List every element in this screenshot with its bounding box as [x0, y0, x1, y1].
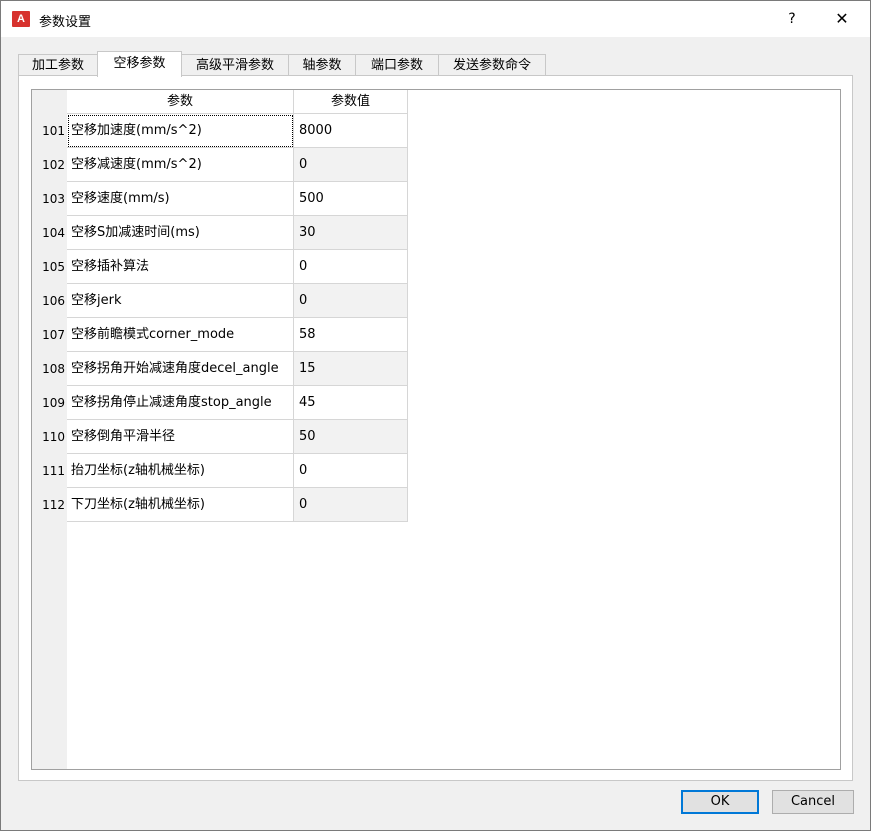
help-button[interactable]: ?	[780, 8, 804, 30]
app-icon: A	[12, 11, 30, 27]
param-value-cell[interactable]: 50	[294, 420, 408, 454]
param-name-cell[interactable]: 下刀坐标(z轴机械坐标)	[67, 488, 294, 522]
param-value-cell[interactable]: 45	[294, 386, 408, 420]
column-header-value[interactable]: 参数值	[294, 90, 408, 114]
ok-button[interactable]: OK	[681, 790, 759, 814]
param-value-cell[interactable]: 0	[294, 284, 408, 318]
param-value-cell[interactable]: 8000	[294, 114, 408, 148]
row-number[interactable]: 112	[32, 488, 67, 522]
param-name-cell[interactable]: 抬刀坐标(z轴机械坐标)	[67, 454, 294, 488]
title-bar: A 参数设置 ? ✕	[1, 1, 870, 37]
table-corner	[32, 90, 67, 114]
row-number[interactable]: 109	[32, 386, 67, 420]
parameter-table[interactable]: 参数 参数值 101 空移加速度(mm/s^2) 8000 102 空移减速度(mm/s…	[31, 89, 841, 770]
param-value-cell[interactable]: 0	[294, 148, 408, 182]
tab-machining-params[interactable]: 加工参数	[18, 54, 98, 75]
param-value-cell[interactable]: 500	[294, 182, 408, 216]
tab-rapid-move-params[interactable]: 空移参数	[97, 51, 182, 77]
param-name-cell[interactable]: 空移减速度(mm/s^2)	[67, 148, 294, 182]
tab-axis-params[interactable]: 轴参数	[288, 54, 356, 75]
tab-panel: 参数 参数值 101 空移加速度(mm/s^2) 8000 102 空移减速度(mm/s…	[18, 75, 853, 781]
tab-send-param-command[interactable]: 发送参数命令	[438, 54, 546, 75]
tab-advanced-smoothing-params[interactable]: 高级平滑参数	[181, 54, 289, 75]
param-value-cell[interactable]: 0	[294, 250, 408, 284]
param-value-cell[interactable]: 0	[294, 488, 408, 522]
row-number[interactable]: 104	[32, 216, 67, 250]
param-value-cell[interactable]: 15	[294, 352, 408, 386]
row-number[interactable]: 111	[32, 454, 67, 488]
param-name-cell[interactable]: 空移jerk	[67, 284, 294, 318]
row-number[interactable]: 108	[32, 352, 67, 386]
param-name-cell[interactable]: 空移S加减速时间(ms)	[67, 216, 294, 250]
param-name-cell[interactable]: 空移加速度(mm/s^2)	[67, 114, 294, 148]
param-name-cell[interactable]: 空移速度(mm/s)	[67, 182, 294, 216]
window-title: 参数设置	[39, 15, 92, 30]
param-name-cell[interactable]: 空移倒角平滑半径	[67, 420, 294, 454]
close-icon[interactable]: ✕	[829, 7, 855, 31]
param-value-cell[interactable]: 0	[294, 454, 408, 488]
row-number[interactable]: 105	[32, 250, 67, 284]
param-value-cell[interactable]: 58	[294, 318, 408, 352]
tab-port-params[interactable]: 端口参数	[355, 54, 439, 75]
row-number[interactable]: 102	[32, 148, 67, 182]
cancel-button[interactable]: Cancel	[772, 790, 854, 814]
row-number[interactable]: 107	[32, 318, 67, 352]
param-name-cell[interactable]: 空移前瞻模式corner_mode	[67, 318, 294, 352]
row-number[interactable]: 106	[32, 284, 67, 318]
param-name-cell[interactable]: 空移拐角停止减速角度stop_angle	[67, 386, 294, 420]
param-name-cell[interactable]: 空移插补算法	[67, 250, 294, 284]
column-header-param[interactable]: 参数	[67, 90, 294, 114]
settings-dialog: A 参数设置 ? ✕ 加工参数 空移参数 高级平滑参数 轴参数 端口参数 发送参…	[0, 0, 871, 831]
param-value-cell[interactable]: 30	[294, 216, 408, 250]
row-number[interactable]: 103	[32, 182, 67, 216]
row-number[interactable]: 101	[32, 114, 67, 148]
row-number[interactable]: 110	[32, 420, 67, 454]
param-name-cell[interactable]: 空移拐角开始减速角度decel_angle	[67, 352, 294, 386]
